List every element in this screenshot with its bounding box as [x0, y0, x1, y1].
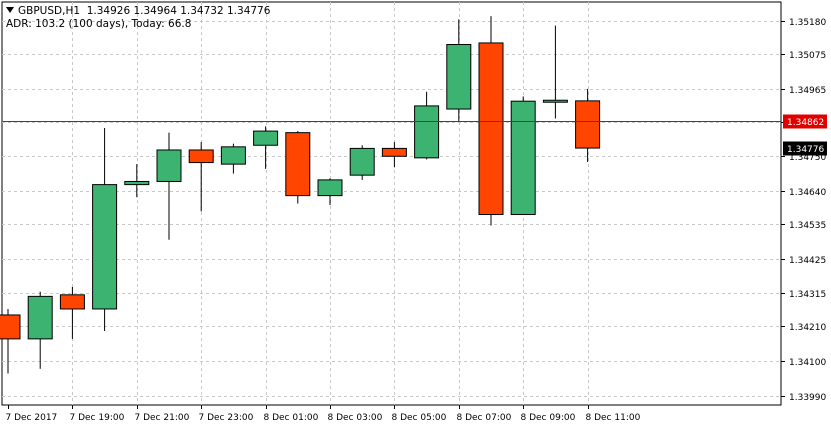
adr-indicator: ADR: 103.2 (100 days), Today: 66.8	[6, 18, 192, 30]
y-tick-label: 1.34535	[789, 221, 826, 231]
bull-candle[interactable]	[446, 44, 472, 110]
x-tick-label: 7 Dec 2017	[6, 413, 58, 423]
x-tick-label: 8 Dec 03:00	[328, 413, 383, 423]
bull-candle[interactable]	[27, 295, 53, 340]
symbol-label: GBPUSD,H1	[18, 5, 81, 17]
plot-area[interactable]	[1, 1, 782, 406]
bull-candle[interactable]	[542, 99, 568, 103]
y-tick-label: 1.34965	[789, 86, 826, 96]
x-tick-label: 7 Dec 19:00	[70, 413, 125, 423]
bear-candle[interactable]	[0, 314, 21, 340]
candlestick-chart[interactable]: 1.351801.350751.349651.348601.347501.346…	[0, 0, 831, 427]
bull-candle[interactable]	[253, 130, 279, 146]
bull-candle[interactable]	[317, 179, 343, 197]
bull-candle[interactable]	[414, 105, 440, 159]
bear-candle[interactable]	[575, 100, 601, 149]
x-tick-label: 8 Dec 01:00	[264, 413, 319, 423]
y-tick-label: 1.34425	[789, 256, 826, 266]
x-tick-label: 7 Dec 23:00	[199, 413, 254, 423]
y-tick-label: 1.34100	[789, 358, 826, 368]
x-tick-label: 7 Dec 21:00	[135, 413, 190, 423]
bull-candle[interactable]	[510, 100, 536, 216]
y-tick-label: 1.35075	[789, 51, 826, 61]
bear-candle[interactable]	[188, 149, 214, 164]
bull-candle[interactable]	[156, 149, 182, 182]
ohlc-values: 1.34926 1.34964 1.34732 1.34776	[86, 5, 271, 17]
bear-candle[interactable]	[285, 132, 311, 197]
y-tick-label: 1.33990	[789, 393, 826, 403]
y-tick-label: 1.34210	[789, 323, 826, 333]
bull-candle[interactable]	[92, 184, 118, 310]
x-tick-label: 8 Dec 11:00	[586, 413, 641, 423]
price-level-label: 1.34862	[787, 118, 824, 128]
bear-candle[interactable]	[381, 147, 407, 157]
y-tick-label: 1.34315	[789, 290, 826, 300]
x-tick-label: 8 Dec 05:00	[392, 413, 447, 423]
bull-candle[interactable]	[124, 180, 150, 186]
bull-candle[interactable]	[220, 146, 246, 165]
y-tick-label: 1.34640	[789, 188, 826, 198]
chart-header: GBPUSD,H1 1.34926 1.34964 1.34732 1.3477…	[6, 5, 270, 17]
bull-candle[interactable]	[349, 147, 375, 176]
bear-candle[interactable]	[478, 42, 504, 216]
bear-candle[interactable]	[59, 294, 85, 310]
x-tick-label: 8 Dec 09:00	[521, 413, 576, 423]
x-tick-label: 8 Dec 07:00	[457, 413, 512, 423]
dropdown-triangle-icon[interactable]	[6, 7, 14, 13]
chart-window[interactable]: 1.351801.350751.349651.348601.347501.346…	[0, 0, 831, 427]
current-price-label: 1.34776	[787, 145, 824, 155]
y-tick-label: 1.35180	[789, 18, 826, 28]
